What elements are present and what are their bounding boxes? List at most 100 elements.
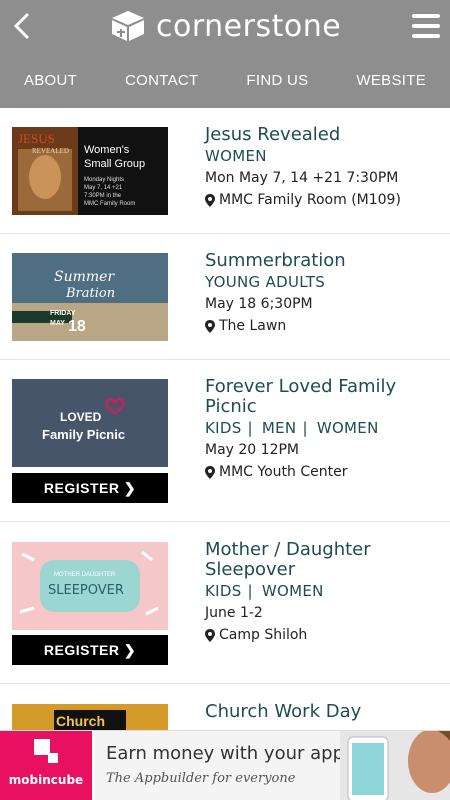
ad-brand-name: mobincube xyxy=(8,773,84,787)
event-date: May 18 6;30PM xyxy=(205,296,313,312)
category-separator: | xyxy=(247,419,253,437)
event-category-list: KIDS | WOMEN xyxy=(205,580,440,602)
event-category[interactable]: YOUNG ADULTS xyxy=(205,273,325,291)
nav-website[interactable]: WEBSITE xyxy=(356,72,426,89)
event-item[interactable]: Summer Bration FRIDAY MAY 18 Summerbrati… xyxy=(0,234,450,360)
church-work-day-artwork: Church xyxy=(12,704,168,730)
art-day: FRIDAY xyxy=(50,310,76,317)
event-location: MMC Family Room (M109) xyxy=(205,189,440,211)
art-word1: Church xyxy=(56,713,105,729)
event-info: Jesus Revealed WOMEN Mon May 7, 14 +21 7… xyxy=(205,125,440,211)
event-category[interactable]: KIDS xyxy=(205,582,242,600)
art-line1: Women's xyxy=(84,144,130,156)
ad-content: Earn money with your apps The Appbuilder… xyxy=(94,731,450,800)
event-category[interactable]: WOMEN xyxy=(205,147,267,165)
nav-about[interactable]: ABOUT xyxy=(24,72,77,89)
event-title: Jesus Revealed xyxy=(205,124,341,145)
event-category[interactable]: WOMEN xyxy=(262,582,324,600)
art-heading2: REVEALED xyxy=(32,147,69,155)
event-item[interactable]: LOVED Family Picnic REGISTER ❯ Forever L… xyxy=(0,360,450,522)
map-pin-icon xyxy=(205,319,215,333)
map-pin-icon xyxy=(205,465,215,479)
event-info: Mother / Daughter Sleepover KIDS | WOMEN J… xyxy=(205,540,440,646)
event-item[interactable]: MOTHER DAUGHTER SLEEPOVER REGISTER ❯ Mot… xyxy=(0,522,450,684)
art-details2: May 7, 14 +21 xyxy=(84,185,123,191)
art-word1: MOTHER DAUGHTER xyxy=(54,572,116,578)
app-header: cornerstone ABOUT CONTACT FIND US WEBSIT… xyxy=(0,0,450,108)
event-date: June 1-2 xyxy=(205,605,263,621)
ad-headline: Earn money with your apps xyxy=(106,743,354,764)
event-category[interactable]: MEN xyxy=(262,419,297,437)
art-word2: SLEEPOVER xyxy=(48,583,124,598)
category-separator: | xyxy=(247,582,253,600)
event-info: Summerbration YOUNG ADULTS May 18 6;30PM… xyxy=(205,251,440,337)
art-daynum: 18 xyxy=(68,318,86,335)
event-item[interactable]: Church Church Work Day xyxy=(0,684,450,730)
map-pin-icon xyxy=(205,628,215,642)
family-picnic-artwork: LOVED Family Picnic xyxy=(12,379,168,467)
event-title-line1: Forever Loved Family xyxy=(205,376,397,397)
event-title: Church Work Day xyxy=(205,701,362,722)
event-title-line2: Picnic xyxy=(205,396,257,417)
event-location-text: The Lawn xyxy=(219,318,287,334)
event-info: Forever Loved Family Picnic KIDS | MEN | WOM… xyxy=(205,377,440,483)
ad-person-image xyxy=(340,731,450,800)
category-separator: | xyxy=(302,419,308,437)
nav-find-us[interactable]: FIND US xyxy=(246,72,308,89)
event-category-list: KIDS | MEN | WOMEN xyxy=(205,417,440,439)
back-button[interactable] xyxy=(10,10,34,42)
brand: cornerstone xyxy=(108,6,341,46)
event-item[interactable]: JESUS REVEALED Women's Small Group Monda… xyxy=(0,108,450,234)
event-location: The Lawn xyxy=(205,315,440,337)
art-details1: Monday Nights xyxy=(84,177,124,183)
event-title-line2: Sleepover xyxy=(205,559,296,580)
event-category[interactable]: KIDS xyxy=(205,419,242,437)
event-category[interactable]: WOMEN xyxy=(317,419,379,437)
register-button[interactable]: REGISTER ❯ xyxy=(12,473,168,503)
hamburger-line xyxy=(412,24,440,28)
event-image: MOTHER DAUGHTER SLEEPOVER xyxy=(12,542,168,630)
ad-banner[interactable]: mobincube Earn money with your apps The … xyxy=(0,730,450,800)
event-category-list: WOMEN xyxy=(205,145,440,167)
art-details4: MMC Family Room xyxy=(84,201,135,207)
ad-subline: The Appbuilder for everyone xyxy=(106,771,296,786)
menu-button[interactable] xyxy=(412,14,440,38)
brand-name: cornerstone xyxy=(156,8,342,44)
art-month: MAY xyxy=(50,320,65,327)
event-location-text: Camp Shiloh xyxy=(219,627,308,643)
cornerstone-logo-icon xyxy=(112,11,144,41)
event-image: JESUS REVEALED Women's Small Group Monda… xyxy=(12,127,168,215)
event-info: Church Work Day xyxy=(205,702,440,722)
nav-contact[interactable]: CONTACT xyxy=(125,72,198,89)
event-title-line1: Mother / Daughter xyxy=(205,539,371,560)
event-location-text: MMC Family Room (M109) xyxy=(219,192,401,208)
event-location: Camp Shiloh xyxy=(205,624,440,646)
event-title: Summerbration xyxy=(205,250,346,271)
event-date: May 20 12PM xyxy=(205,442,299,458)
sleepover-artwork: MOTHER DAUGHTER SLEEPOVER xyxy=(12,542,168,630)
art-heading1: JESUS xyxy=(18,131,55,146)
top-nav: ABOUT CONTACT FIND US WEBSITE xyxy=(0,62,450,98)
chevron-left-icon xyxy=(13,12,30,40)
event-image: Church xyxy=(12,704,168,730)
register-button[interactable]: REGISTER ❯ xyxy=(12,635,168,665)
event-list: JESUS REVEALED Women's Small Group Monda… xyxy=(0,108,450,730)
event-location-text: MMC Youth Center xyxy=(219,464,348,480)
hamburger-line xyxy=(412,34,440,38)
hamburger-menu-icon xyxy=(412,14,440,18)
event-image: Summer Bration FRIDAY MAY 18 xyxy=(12,253,168,341)
ad-brand-logo: mobincube xyxy=(0,731,92,800)
art-word1: Summer xyxy=(54,269,115,285)
event-location: MMC Youth Center xyxy=(205,461,440,483)
event-date: Mon May 7, 14 +21 7:30PM xyxy=(205,170,399,186)
art-word2: Family Picnic xyxy=(42,427,125,442)
mobincube-logo-icon xyxy=(34,739,58,763)
art-word1: LOVED xyxy=(60,410,102,424)
map-pin-icon xyxy=(205,193,215,207)
jesus-revealed-artwork: JESUS REVEALED Women's Small Group Monda… xyxy=(12,127,168,215)
event-category-list: YOUNG ADULTS xyxy=(205,271,440,293)
art-details3: 7:30PM in the xyxy=(84,193,122,199)
art-word2: Bration xyxy=(65,286,115,301)
art-line2: Small Group xyxy=(84,158,145,170)
event-image: LOVED Family Picnic xyxy=(12,379,168,467)
